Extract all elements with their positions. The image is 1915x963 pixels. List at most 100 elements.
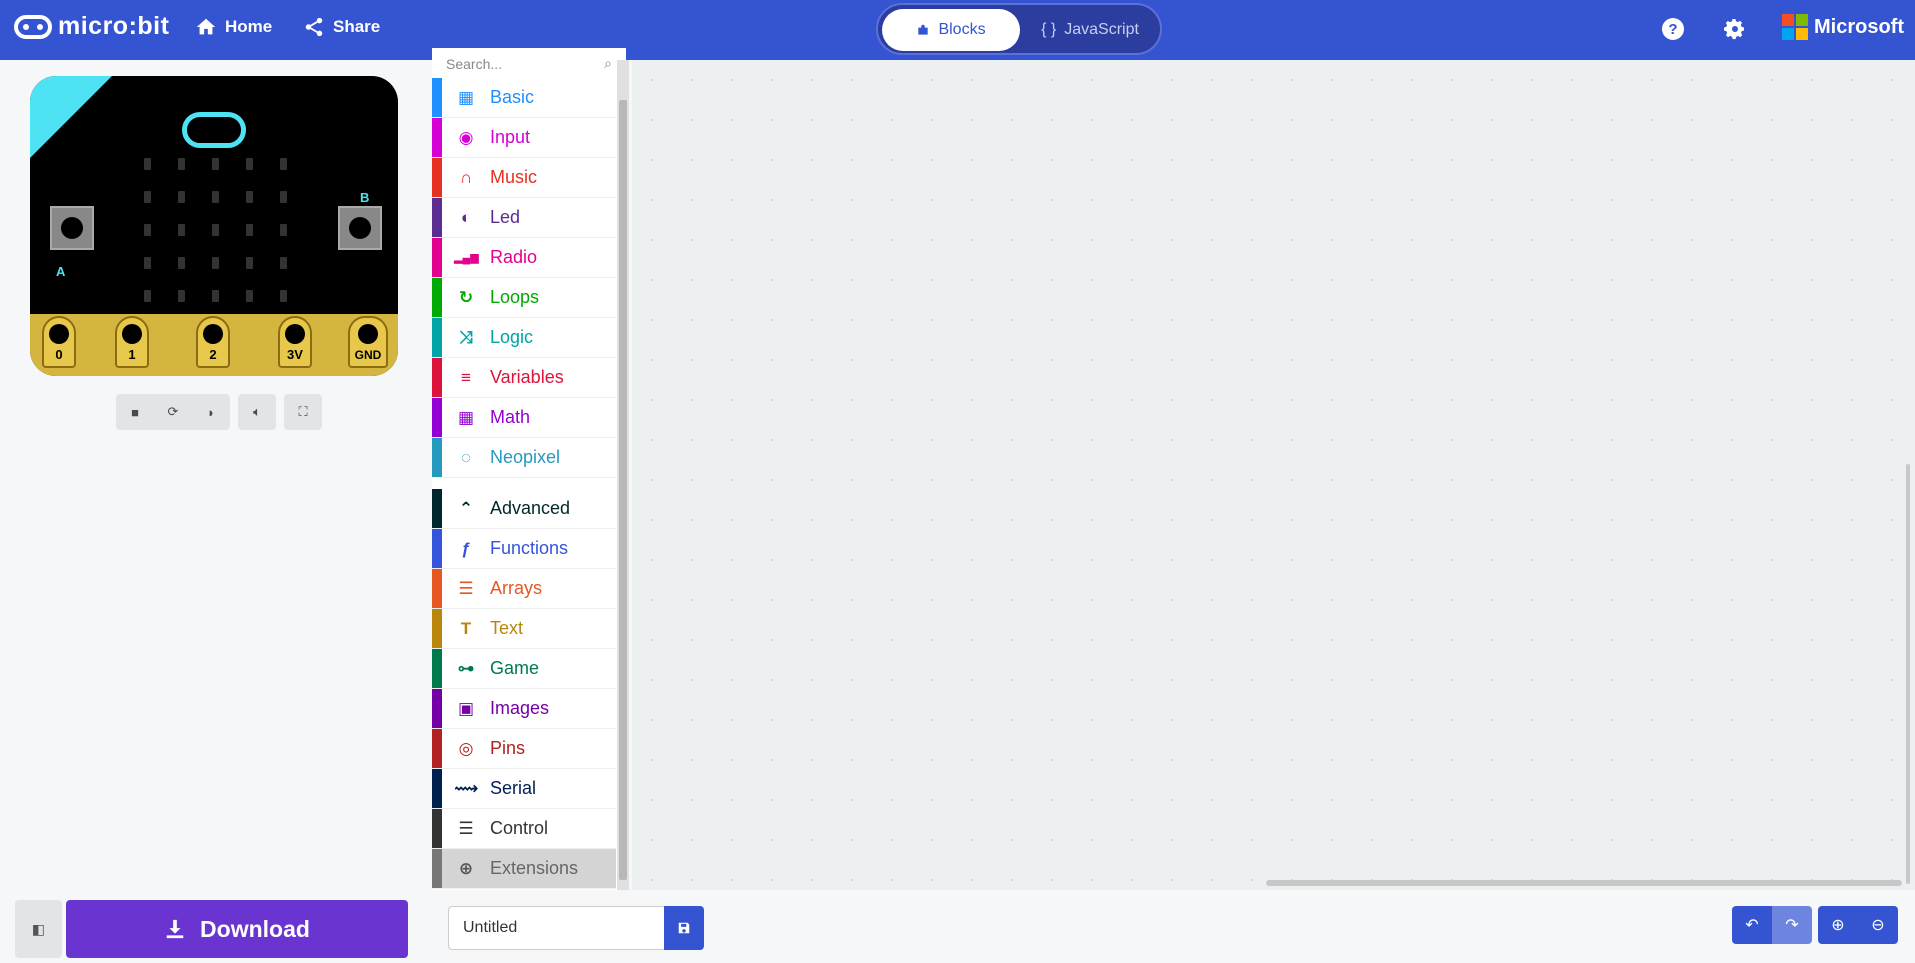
text-icon: T [460,618,472,638]
collapse-simulator-button[interactable]: ◧ [15,900,62,958]
undo-icon: ↶ [1745,917,1759,934]
button-b[interactable] [338,206,382,250]
category-loops[interactable]: ↻ Loops [432,278,616,318]
lines-icon: ≡ [461,367,471,387]
simulator-controls: ■ ⟳ ◗ 🔈︎ ⛶ [116,394,322,430]
settings-button[interactable] [1720,14,1750,44]
download-label: Download [200,915,310,942]
category-color-bar [432,198,442,237]
zoom-group: ⊕ ⊖ [1818,906,1898,944]
category-basic[interactable]: ▦ Basic [432,78,616,118]
server-icon: ☰ [458,818,474,838]
braces-icon: { } [1041,21,1057,38]
slow-motion-button[interactable]: ◗ [192,394,230,430]
led-matrix [144,158,287,302]
blocks-mode-button[interactable]: Blocks [882,9,1020,51]
category-logic[interactable]: ⤨ Logic [432,318,616,358]
board-logo [182,112,246,148]
category-label: Basic [490,87,535,107]
category-pins[interactable]: ◎ Pins [432,729,616,769]
category-extensions[interactable]: ⊕ Extensions [432,849,616,889]
restart-button[interactable]: ⟳ [154,394,192,430]
category-color-bar [432,118,442,157]
category-input[interactable]: ◉ Input [432,118,616,158]
zoom-in-icon: ⊕ [1831,917,1845,934]
javascript-mode-button[interactable]: { } JavaScript [1022,9,1158,51]
board-corner-decoration [30,76,112,158]
workspace-horizontal-scrollbar[interactable] [1266,880,1902,886]
blocks-workspace[interactable] [632,60,1915,890]
button-a[interactable] [50,206,94,250]
collapse-icon: ◧ [31,920,46,937]
redo-button[interactable]: ↷ [1772,906,1812,944]
category-color-bar [432,529,442,568]
home-button[interactable]: Home [195,16,272,38]
pin-gnd[interactable]: GND [348,316,388,368]
category-functions[interactable]: ƒ Functions [432,529,616,569]
category-label: Pins [490,738,526,758]
pin-2[interactable]: 2 [196,316,230,368]
category-images[interactable]: ▣ Images [432,689,616,729]
category-label: Logic [490,327,534,347]
calculator-icon: ▦ [457,407,475,427]
category-music[interactable]: ∩ Music [432,158,616,198]
undo-redo-group: ↶ ↷ [1732,906,1812,944]
bottom-bar: ◧ Download ↶ ↷ ⊕ ⊖ [0,890,1915,963]
help-button[interactable]: ? [1658,14,1688,44]
microbit-simulator[interactable]: A B 0 1 2 3V GND [30,76,398,376]
redo-icon: ↷ [1785,917,1799,934]
button-b-label: B [360,190,370,205]
mute-button[interactable]: 🔈︎ [238,394,276,430]
category-color-bar [432,318,442,357]
category-label: Images [490,698,550,718]
slow-motion-icon: ◗ [207,404,215,420]
category-control[interactable]: ☰ Control [432,809,616,849]
share-button[interactable]: Share [303,16,380,38]
microsoft-logo[interactable]: Microsoft [1782,14,1904,40]
category-variables[interactable]: ≡ Variables [432,358,616,398]
category-math[interactable]: ▦ Math [432,398,616,438]
toolbox-scrollbar[interactable] [617,60,629,890]
pin-3v[interactable]: 3V [278,316,312,368]
workspace-vertical-scrollbar[interactable] [1906,464,1910,884]
usb-icon: ⟿ [454,778,479,798]
zoom-in-button[interactable]: ⊕ [1818,906,1858,944]
microbit-logo[interactable]: micro:bit [14,12,169,41]
category-label: Input [490,127,531,147]
microbit-icon [14,14,52,39]
save-button[interactable] [664,906,704,950]
share-icon [305,17,323,37]
toolbox: Search... ⌕ ▦ Basic ◉ Input ∩ Music ◐ Led ▂▄▆ Rad… [432,48,626,890]
stop-button[interactable]: ■ [116,394,154,430]
stop-icon: ■ [131,404,139,420]
category-neopixel[interactable]: ◌ Neopixel [432,438,616,478]
project-name-input[interactable] [448,906,664,950]
toolbox-search[interactable]: Search... ⌕ [432,48,626,72]
category-radio[interactable]: ▂▄▆ Radio [432,238,616,278]
category-advanced[interactable]: ⌃ Advanced [432,489,616,529]
fullscreen-button[interactable]: ⛶ [284,394,322,430]
gear-icon [1724,19,1744,40]
pin-1[interactable]: 1 [115,316,149,368]
category-led[interactable]: ◐ Led [432,198,616,238]
category-arrays[interactable]: ☰ Arrays [432,569,616,609]
category-color-bar [432,849,442,888]
pin-0[interactable]: 0 [42,316,76,368]
restart-icon: ⟳ [167,404,179,419]
download-button[interactable]: Download [66,900,408,958]
svg-text:?: ? [1668,21,1677,38]
category-color-bar [432,649,442,688]
gamepad-icon: ⊶ [457,658,475,678]
category-game[interactable]: ⊶ Game [432,649,616,689]
zoom-out-button[interactable]: ⊖ [1858,906,1898,944]
pin-icon: ◎ [458,738,474,758]
category-serial[interactable]: ⟿ Serial [432,769,616,809]
microsoft-label: Microsoft [1814,15,1904,38]
category-text[interactable]: T Text [432,609,616,649]
image-icon: ▣ [457,698,475,718]
simulator-pane: A B 0 1 2 3V GND ■ ⟳ ◗ 🔈︎ ⛶ [0,60,432,963]
category-label: Serial [490,778,537,798]
button-a-label: A [56,264,66,279]
category-color-bar [432,609,442,648]
undo-button[interactable]: ↶ [1732,906,1772,944]
